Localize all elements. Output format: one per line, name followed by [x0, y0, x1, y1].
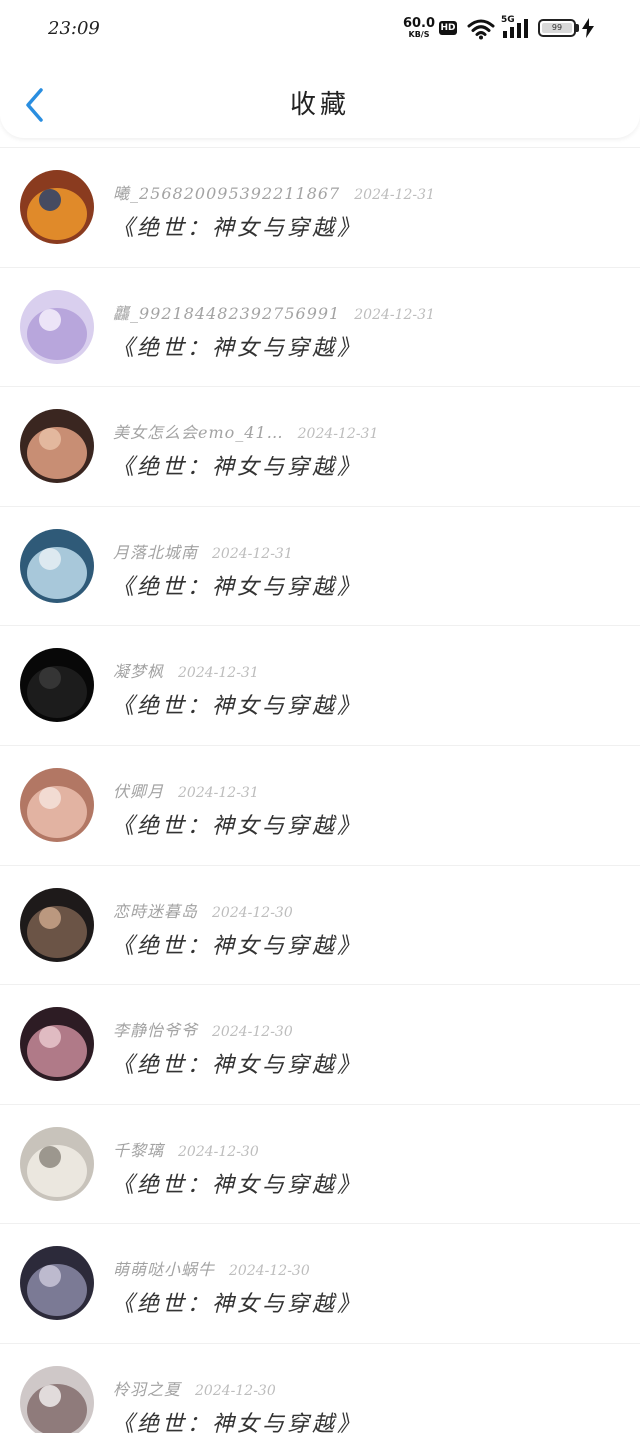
username: 凝梦枫 [113, 662, 165, 682]
item-meta: 柃羽之夏 2024-12-30 [113, 1376, 276, 1400]
favorite-item[interactable]: 龘_992184482392756991 2024-12-31 《绝世：神女与穿越… [0, 266, 640, 387]
book-title: 《绝世：神女与穿越》 [112, 1053, 363, 1079]
username: 伏卿月 [113, 781, 165, 801]
favorite-item[interactable]: 美女怎么会emo_41… 2024-12-31 《绝世：神女与穿越》 [0, 386, 640, 506]
username: 龘_992184482392756991 [113, 303, 341, 323]
favorite-item[interactable]: 李静怡爷爷 2024-12-30 《绝世：神女与穿越》 [0, 984, 640, 1104]
avatar [20, 528, 94, 603]
book-title: 《绝世：神女与穿越》 [112, 694, 363, 720]
item-meta: 伏卿月 2024-12-31 [113, 778, 259, 802]
book-title: 《绝世：神女与穿越》 [112, 1411, 363, 1433]
book-title: 《绝世：神女与穿越》 [112, 1172, 363, 1198]
favorite-item[interactable]: 萌萌哒小蜗牛 2024-12-30 《绝世：神女与穿越》 [0, 1223, 640, 1343]
book-title: 《绝世：神女与穿越》 [112, 455, 363, 481]
username: 曦_256820095392211867 [113, 184, 341, 203]
username: 月落北城南 [113, 542, 199, 562]
avatar [20, 767, 94, 842]
avatar [20, 1365, 94, 1433]
favorite-item[interactable]: 曦_256820095392211867 2024-12-31 《绝世：神女与穿越… [0, 147, 640, 267]
favorite-date: 2024-12-30 [212, 904, 293, 921]
favorites-list: 曦_256820095392211867 2024-12-31 《绝世：神女与穿越… [0, 147, 640, 1433]
username: 美女怎么会emo_41… [113, 423, 284, 443]
username: 萌萌哒小蜗牛 [113, 1260, 216, 1280]
favorite-date: 2024-12-31 [354, 306, 435, 323]
username: 李静怡爷爷 [113, 1021, 199, 1041]
item-meta: 美女怎么会emo_41… 2024-12-31 [113, 419, 378, 443]
book-title: 《绝世：神女与穿越》 [112, 1292, 363, 1318]
battery-icon: 99 [538, 19, 576, 37]
favorite-date: 2024-12-30 [229, 1263, 310, 1280]
wifi-icon [467, 19, 495, 40]
book-title: 《绝世：神女与穿越》 [112, 574, 363, 600]
favorite-item[interactable]: 月落北城南 2024-12-31 《绝世：神女与穿越》 [0, 505, 640, 626]
username: 千黎璃 [113, 1140, 165, 1160]
book-title: 《绝世：神女与穿越》 [112, 216, 363, 241]
avatar [20, 887, 94, 962]
hd-icon: HD [439, 21, 457, 35]
battery-level: 99 [551, 23, 563, 32]
favorite-date: 2024-12-31 [354, 187, 435, 203]
status-time: 23:09 [48, 18, 100, 39]
favorite-date: 2024-12-30 [212, 1024, 293, 1041]
favorite-date: 2024-12-31 [178, 665, 259, 682]
network-speed: 60.0 KB/S [402, 17, 436, 39]
favorite-item[interactable]: 恋時迷暮岛 2024-12-30 《绝世：神女与穿越》 [0, 864, 640, 985]
battery-cap [576, 24, 579, 32]
charging-icon [582, 18, 594, 38]
network-speed-value: 60.0 [402, 16, 436, 31]
book-title: 《绝世：神女与穿越》 [112, 933, 363, 959]
favorite-date: 2024-12-30 [195, 1382, 276, 1399]
username: 恋時迷暮岛 [113, 901, 199, 921]
avatar [20, 409, 94, 484]
status-bar: 23:09 60.0 KB/S HD 5G 99 [0, 0, 640, 56]
item-meta: 月落北城南 2024-12-31 [113, 539, 293, 563]
favorite-date: 2024-12-31 [178, 784, 259, 801]
item-meta: 萌萌哒小蜗牛 2024-12-30 [113, 1256, 310, 1280]
favorites-page: 23:09 60.0 KB/S HD 5G 99 收藏 曦_2568200953… [0, 0, 640, 1433]
avatar [20, 1246, 94, 1321]
item-meta: 李静怡爷爷 2024-12-30 [113, 1017, 293, 1041]
avatar [20, 170, 94, 244]
favorite-date: 2024-12-30 [178, 1143, 259, 1160]
favorite-item[interactable]: 千黎璃 2024-12-30 《绝世：神女与穿越》 [0, 1103, 640, 1224]
item-meta: 曦_256820095392211867 2024-12-31 [113, 180, 435, 204]
favorite-item[interactable]: 柃羽之夏 2024-12-30 《绝世：神女与穿越》 [0, 1342, 640, 1433]
favorite-item[interactable]: 凝梦枫 2024-12-31 《绝世：神女与穿越》 [0, 625, 640, 745]
username: 柃羽之夏 [113, 1379, 182, 1399]
avatar [20, 1007, 94, 1082]
item-meta: 恋時迷暮岛 2024-12-30 [113, 898, 293, 922]
item-meta: 龘_992184482392756991 2024-12-31 [113, 300, 435, 324]
book-title: 《绝世：神女与穿越》 [112, 813, 363, 839]
avatar [20, 289, 94, 364]
book-title: 《绝世：神女与穿越》 [112, 335, 363, 361]
signal-icon [503, 19, 528, 38]
favorite-date: 2024-12-31 [297, 426, 379, 443]
network-speed-unit: KB/S [408, 30, 430, 39]
item-meta: 千黎璃 2024-12-30 [113, 1137, 259, 1161]
item-meta: 凝梦枫 2024-12-31 [113, 658, 259, 682]
avatar [20, 648, 94, 723]
header: 23:09 60.0 KB/S HD 5G 99 收藏 [0, 0, 640, 138]
favorite-date: 2024-12-31 [212, 545, 293, 562]
avatar [20, 1126, 94, 1201]
page-title: 收藏 [289, 90, 350, 120]
favorite-item[interactable]: 伏卿月 2024-12-31 《绝世：神女与穿越》 [0, 744, 640, 865]
